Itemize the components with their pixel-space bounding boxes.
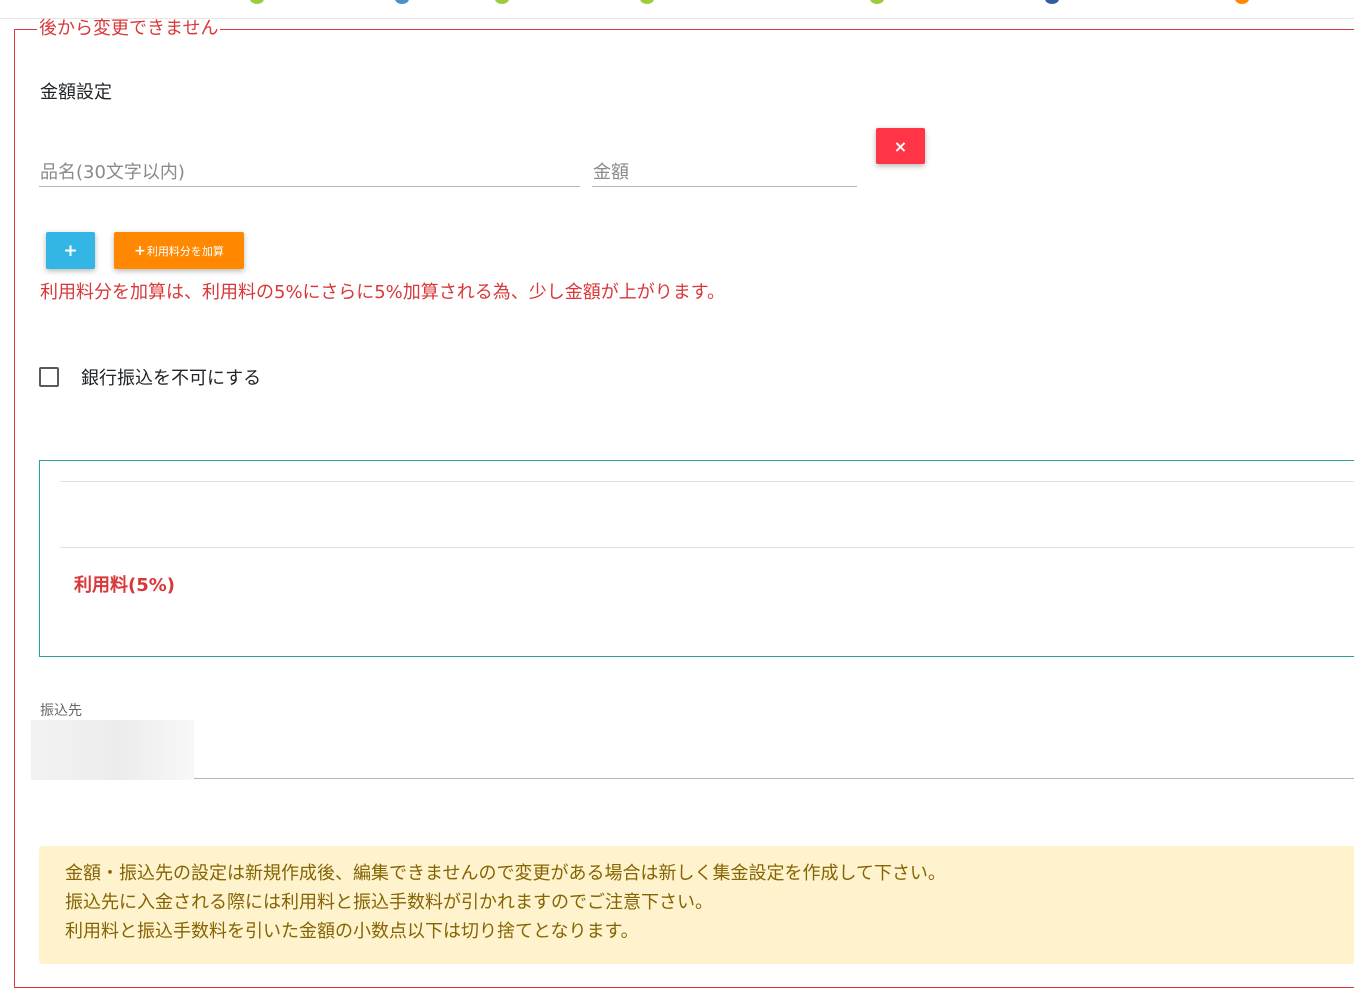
close-icon: × xyxy=(893,136,908,156)
plus-icon: + xyxy=(63,240,78,261)
item-name-input[interactable]: 品名(30文字以内) xyxy=(39,146,580,187)
notice-line: 金額・振込先の設定は新規作成後、編集できませんので変更がある場合は新しく集金設定… xyxy=(65,863,946,884)
destination-label: 振込先 xyxy=(40,703,82,719)
add-fee-button[interactable]: + 利用料分を加算 xyxy=(114,232,244,269)
amount-placeholder: 金額 xyxy=(593,162,629,183)
summary-divider xyxy=(60,481,1354,482)
header-decoration xyxy=(1045,0,1059,4)
header-decoration xyxy=(640,0,654,4)
item-name-placeholder: 品名(30文字以内) xyxy=(40,162,185,183)
bank-transfer-toggle[interactable]: 銀行振込を不可にする xyxy=(39,364,261,390)
fee-note: 利用料分を加算は、利用料の5%にさらに5%加算される為、少し金額が上がります。 xyxy=(40,282,725,303)
fee-rate-label: 利用料(5%) xyxy=(74,575,176,596)
plus-icon: + xyxy=(134,242,146,259)
header-decoration xyxy=(1235,0,1249,4)
header-decoration xyxy=(395,0,409,4)
top-header-strip xyxy=(0,0,1354,19)
destination-value-redacted[interactable] xyxy=(31,720,194,780)
header-decoration xyxy=(250,0,264,4)
add-item-button[interactable]: + xyxy=(46,232,95,269)
fieldset-legend: 後から変更できません xyxy=(39,18,219,39)
add-fee-button-label: 利用料分を加算 xyxy=(146,244,224,258)
remove-item-button[interactable]: × xyxy=(876,128,925,164)
fee-summary-box: 利用料(5%) xyxy=(39,460,1354,657)
amount-input[interactable]: 金額 xyxy=(592,146,857,187)
notice-line: 振込先に入金される際には利用料と振込手数料が引かれますのでご注意下さい。 xyxy=(65,892,713,913)
notice-alert: 金額・振込先の設定は新規作成後、編集できませんので変更がある場合は新しく集金設定… xyxy=(39,846,1354,964)
bank-transfer-checkbox[interactable] xyxy=(39,367,59,387)
summary-divider xyxy=(60,547,1354,548)
notice-line: 利用料と振込手数料を引いた金額の小数点以下は切り捨てとなります。 xyxy=(65,921,639,942)
bank-transfer-label: 銀行振込を不可にする xyxy=(81,368,262,389)
header-decoration xyxy=(495,0,509,4)
header-decoration xyxy=(870,0,884,4)
amount-settings-title: 金額設定 xyxy=(40,82,112,103)
destination-input-underline xyxy=(194,778,1354,779)
